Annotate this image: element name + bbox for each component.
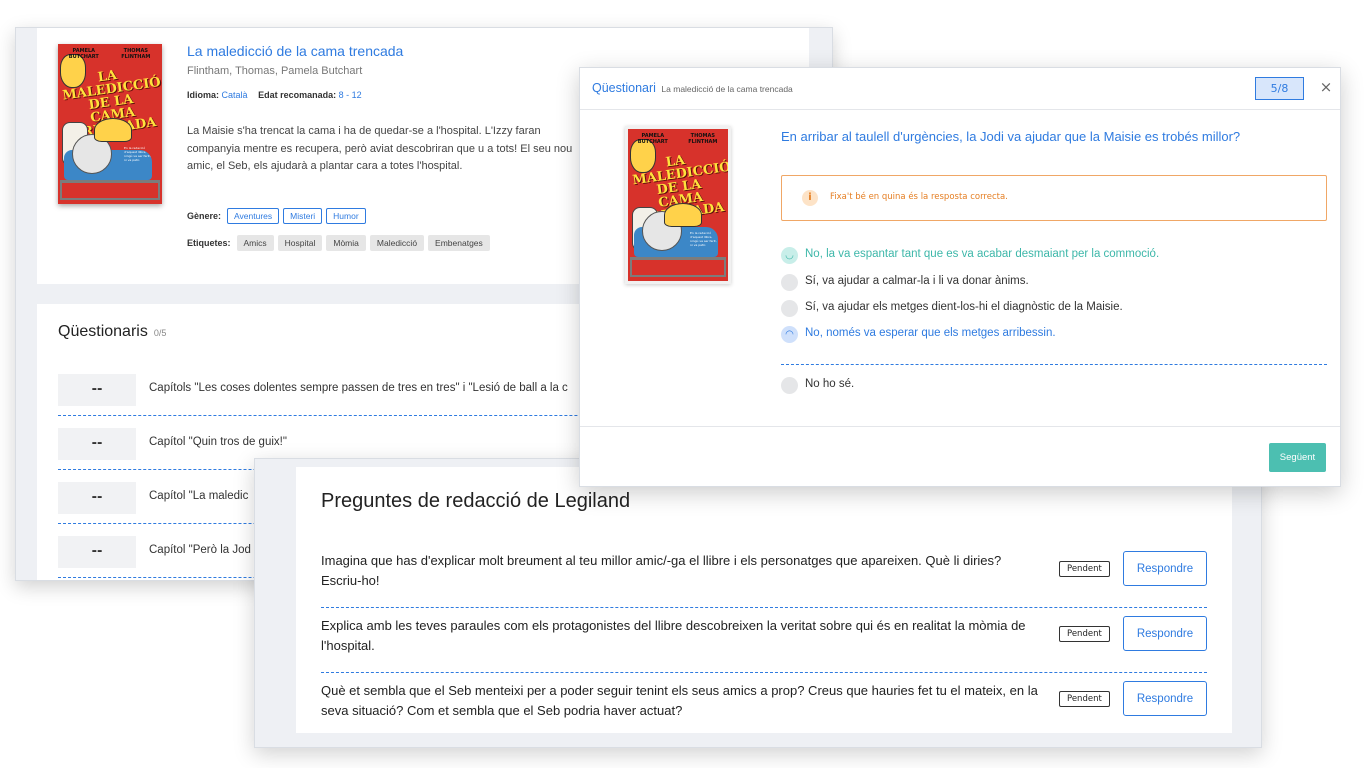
questionnaire-title[interactable]: Capítol "Quin tros de guix!" <box>149 436 287 448</box>
writing-question-row: Imagina que has d'explicar molt breument… <box>321 543 1207 608</box>
respond-button[interactable]: Respondre <box>1123 681 1207 716</box>
answer-text[interactable]: No, només va esperar que els metges arri… <box>805 327 1056 339</box>
questionnaires-title: Qüestionaris <box>58 323 148 340</box>
answer-text[interactable]: Sí, va ajudar a calmar-la i li va donar … <box>805 275 1029 287</box>
quiz-book-cover: PAMELA BUTCHART THOMAS FLINTHAM LA MALED… <box>625 126 731 284</box>
respond-button[interactable]: Respondre <box>1123 616 1207 651</box>
questionnaire-score: -- <box>58 536 136 568</box>
questionnaire-title[interactable]: Capítols "Les coses dolentes sempre pass… <box>149 382 568 394</box>
tag-chip[interactable]: Hospital <box>277 235 323 251</box>
questionnaire-score: -- <box>58 374 136 406</box>
quiz-header: Qüestionari La maledicció de la cama tre… <box>580 68 1340 110</box>
cover-bed-frame <box>60 180 160 200</box>
next-button[interactable]: Següent <box>1269 443 1326 472</box>
writing-questions-card: Preguntes de redacció de Legiland Imagin… <box>296 467 1232 733</box>
hint-text: Fixa't bé en quina és la resposta correc… <box>830 192 1008 202</box>
footer-divider <box>580 426 1340 427</box>
close-icon[interactable]: × <box>1317 77 1335 97</box>
cover-blurb: En la redacció d'aquest llibre, ningú va… <box>690 231 717 247</box>
cover-author-left: PAMELA BUTCHART <box>68 48 99 60</box>
tag-chip[interactable]: Maledicció <box>369 235 425 251</box>
cover-authors: PAMELA BUTCHART THOMAS FLINTHAM <box>628 133 728 145</box>
cover-bed-frame <box>630 257 726 277</box>
tag-list: Etiquetes: Amics Hospital Mòmia Maledicc… <box>187 235 490 251</box>
radio-icon[interactable] <box>781 300 798 317</box>
info-icon: i <box>802 190 818 206</box>
status-badge: Pendent <box>1059 561 1110 577</box>
respond-button[interactable]: Respondre <box>1123 551 1207 586</box>
quiz-subtitle: La maledicció de la cama trencada <box>661 84 793 94</box>
questionnaire-title[interactable]: Capítol "La maledic <box>149 490 248 502</box>
language-label: Idioma: <box>187 90 220 100</box>
quiz-progress: 5/8 <box>1255 77 1304 100</box>
radio-icon[interactable] <box>781 274 798 291</box>
tags-label: Etiquetes: <box>187 238 231 248</box>
answer-text[interactable]: No, la va espantar tant que es va acabar… <box>805 248 1159 260</box>
status-badge: Pendent <box>1059 691 1110 707</box>
hint-box: i Fixa't bé en quina és la resposta corr… <box>781 175 1327 221</box>
divider <box>781 364 1327 365</box>
questionnaire-title[interactable]: Capítol "Però la Jod <box>149 544 251 556</box>
age-value[interactable]: 8 - 12 <box>339 90 362 100</box>
book-description: La Maisie s'ha trencat la cama i ha de q… <box>187 125 573 172</box>
tag-chip[interactable]: Mòmia <box>326 235 366 251</box>
quiz-title-text: Qüestionari <box>592 81 656 95</box>
quiz-modal: Qüestionari La maledicció de la cama tre… <box>579 67 1341 487</box>
questionnaires-count: 0/5 <box>153 328 167 338</box>
language-value[interactable]: Català <box>222 90 248 100</box>
quiz-title: Qüestionari La maledicció de la cama tre… <box>592 81 793 95</box>
cover-blurb: En la redacció d'aquest llibre, ningú va… <box>124 146 151 162</box>
questionnaire-score: -- <box>58 428 136 460</box>
answer-text[interactable]: Sí, va ajudar els metges dient-los-hi el… <box>805 301 1123 313</box>
writing-questions-page: Preguntes de redacció de Legiland Imagin… <box>254 458 1262 748</box>
smile-icon[interactable]: ◡ <box>781 247 798 264</box>
writing-title: Preguntes de redacció de Legiland <box>321 490 631 512</box>
genre-chip[interactable]: Aventures <box>227 208 280 224</box>
book-cover: PAMELA BUTCHART THOMAS FLINTHAM LA MALED… <box>628 129 728 281</box>
writing-question-text: Imagina que has d'explicar molt breument… <box>321 553 1002 588</box>
genre-chip[interactable]: Humor <box>326 208 366 224</box>
book-cover: PAMELA BUTCHART THOMAS FLINTHAM LA MALED… <box>58 44 162 204</box>
cover-author-left: PAMELA BUTCHART <box>637 133 668 145</box>
frown-icon[interactable]: ◠ <box>781 326 798 343</box>
genre-list: Gènere: Aventures Misteri Humor <box>187 208 366 224</box>
book-authors: Flintham, Thomas, Pamela Butchart <box>187 65 363 77</box>
writing-question-row: Explica amb les teves paraules com els p… <box>321 608 1207 673</box>
quiz-question: En arribar al taulell d'urgències, la Jo… <box>781 129 1241 144</box>
cover-authors: PAMELA BUTCHART THOMAS FLINTHAM <box>58 48 162 60</box>
age-label: Edat recomanada: <box>258 90 337 100</box>
cover-author-right: THOMAS FLINTHAM <box>688 133 718 145</box>
questionnaire-score: -- <box>58 482 136 514</box>
cover-character <box>664 203 702 227</box>
answer-text[interactable]: No ho sé. <box>805 378 854 390</box>
book-title[interactable]: La maledicció de la cama trencada <box>187 43 403 59</box>
cover-character <box>94 118 132 142</box>
tag-chip[interactable]: Embenatges <box>428 235 490 251</box>
radio-icon[interactable] <box>781 377 798 394</box>
cover-author-right: THOMAS FLINTHAM <box>121 48 151 60</box>
genre-label: Gènere: <box>187 211 222 221</box>
questionnaires-heading: Qüestionaris 0/5 <box>58 323 166 341</box>
status-badge: Pendent <box>1059 626 1110 642</box>
tag-chip[interactable]: Amics <box>236 235 274 251</box>
book-meta: Idioma: Català Edat recomanada: 8 - 12 <box>187 90 370 100</box>
writing-question-row: Què et sembla que el Seb menteixi per a … <box>321 673 1207 738</box>
writing-question-text: Què et sembla que el Seb menteixi per a … <box>321 683 1038 718</box>
genre-chip[interactable]: Misteri <box>283 208 323 224</box>
writing-question-text: Explica amb les teves paraules com els p… <box>321 618 1026 653</box>
